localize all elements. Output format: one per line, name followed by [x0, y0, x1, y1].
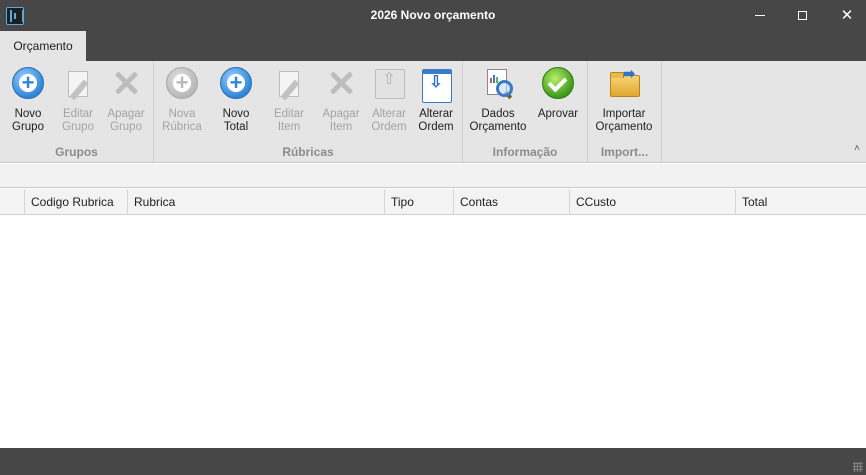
move-down-label-1: Alterar	[419, 108, 453, 120]
grid-group-panel	[0, 164, 866, 188]
maximize-button[interactable]	[779, 0, 825, 31]
ribbon-group-rubricas: Nova Rúbrica Novo Total Editar Item Apag…	[154, 61, 463, 163]
ribbon: Novo Grupo Editar Grupo Apagar Grupo Gru…	[0, 61, 866, 163]
import-arrow-icon: ➦	[622, 66, 636, 83]
move-down-button[interactable]: Alterar Ordem	[412, 67, 460, 134]
grid-header: Codigo Rubrica Rubrica Tipo Contas CCust…	[0, 189, 866, 215]
apagar-grupo-label-1: Apagar	[107, 108, 145, 120]
novo-grupo-button[interactable]: Novo Grupo	[4, 67, 52, 134]
add-icon	[12, 67, 44, 99]
delete-icon	[110, 67, 142, 99]
column-header-codigo-rubrica[interactable]: Codigo Rubrica	[25, 189, 128, 215]
editar-item-button[interactable]: Editar Item	[265, 67, 313, 134]
nova-rubrica-label-1: Nova	[168, 108, 196, 120]
dados-orcamento-label-2: Orçamento	[469, 121, 527, 133]
minimize-icon	[755, 15, 765, 16]
novo-grupo-label-1: Novo	[14, 108, 42, 120]
nova-rubrica-button[interactable]: Nova Rúbrica	[158, 67, 206, 134]
editar-item-label-2: Item	[277, 121, 301, 133]
move-up-label-1: Alterar	[372, 108, 406, 120]
report-search-icon	[482, 67, 514, 100]
move-down-label-2: Ordem	[418, 121, 454, 133]
move-up-label-2: Ordem	[371, 121, 407, 133]
editar-item-label-1: Editar	[273, 108, 305, 120]
delete-icon	[325, 67, 357, 99]
apagar-grupo-button[interactable]: Apagar Grupo	[102, 67, 150, 134]
importar-orcamento-button[interactable]: ➦ Importar Orçamento	[594, 67, 654, 134]
novo-total-label-2: Total	[223, 121, 249, 133]
bar-chart-icon	[490, 73, 500, 83]
editar-grupo-label-1: Editar	[62, 108, 94, 120]
ribbon-group-informacao: Dados Orçamento Aprovar Informação	[463, 61, 588, 163]
move-up-button[interactable]: Alterar Ordem	[365, 67, 413, 134]
apagar-item-label-2: Item	[329, 121, 353, 133]
dados-orcamento-label-1: Dados	[481, 108, 515, 120]
add-icon	[166, 67, 198, 99]
editar-grupo-label-2: Grupo	[62, 121, 94, 133]
nova-rubrica-label-2: Rúbrica	[162, 121, 202, 133]
column-header-total[interactable]: Total	[736, 189, 866, 215]
column-header-rubrica[interactable]: Rubrica	[128, 189, 385, 215]
folder-open-icon: ➦	[608, 67, 640, 99]
apagar-item-label-1: Apagar	[322, 108, 360, 120]
ribbon-group-importar: ➦ Importar Orçamento Import...	[588, 61, 662, 163]
apagar-grupo-label-2: Grupo	[110, 121, 142, 133]
editar-grupo-button[interactable]: Editar Grupo	[54, 67, 102, 134]
aprovar-button[interactable]: Aprovar	[534, 67, 582, 121]
apagar-item-button[interactable]: Apagar Item	[317, 67, 365, 134]
importar-orcamento-label-2: Orçamento	[595, 121, 653, 133]
minimize-button[interactable]	[737, 0, 783, 31]
novo-total-label-1: Novo	[222, 108, 250, 120]
column-header-tipo[interactable]: Tipo	[385, 189, 454, 215]
group-label-rubricas: Rúbricas	[282, 145, 334, 159]
grid-body[interactable]	[0, 215, 866, 448]
move-up-icon	[373, 67, 405, 99]
importar-orcamento-label-1: Importar	[602, 108, 646, 120]
maximize-icon	[797, 11, 807, 20]
ribbon-tab-strip: Orçamento	[0, 31, 866, 61]
add-icon	[220, 67, 252, 99]
resize-grip-icon[interactable]	[853, 462, 863, 472]
ribbon-collapse-icon[interactable]: ˄	[854, 143, 860, 154]
magnifier-handle	[503, 90, 513, 100]
title-bar: 2026 Novo orçamento ✕	[0, 0, 866, 31]
edit-icon	[273, 67, 305, 99]
tab-orcamento[interactable]: Orçamento	[0, 31, 86, 61]
ribbon-group-grupos: Novo Grupo Editar Grupo Apagar Grupo Gru…	[0, 61, 154, 163]
move-down-icon	[420, 67, 452, 103]
novo-total-button[interactable]: Novo Total	[212, 67, 260, 134]
group-label-informacao: Informação	[492, 145, 558, 159]
column-header-indicator[interactable]	[0, 189, 25, 215]
column-header-ccusto[interactable]: CCusto	[570, 189, 736, 215]
dados-orcamento-button[interactable]: Dados Orçamento	[468, 67, 528, 134]
group-label-importar: Import...	[600, 145, 649, 159]
close-button[interactable]: ✕	[824, 0, 866, 31]
edit-icon	[62, 67, 94, 99]
group-label-grupos: Grupos	[55, 145, 98, 159]
novo-grupo-label-2: Grupo	[12, 121, 44, 133]
status-bar	[0, 448, 866, 475]
close-icon: ✕	[840, 7, 854, 24]
aprovar-label: Aprovar	[537, 108, 579, 120]
column-header-contas[interactable]: Contas	[454, 189, 570, 215]
check-icon	[542, 67, 574, 99]
